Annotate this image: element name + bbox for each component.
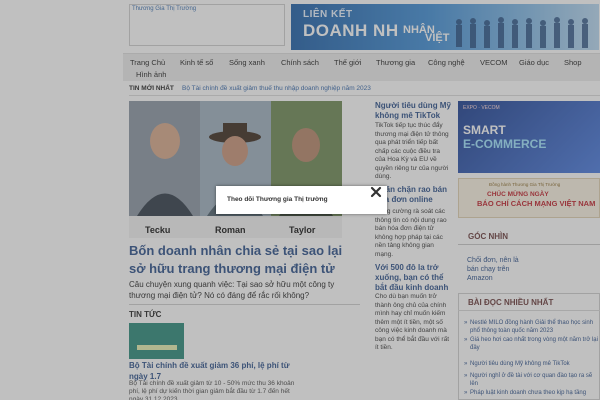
close-icon[interactable] — [370, 186, 382, 198]
follow-popup: Theo dõi Thương gia Thị trường — [216, 186, 387, 214]
popup-title: Theo dõi Thương gia Thị trường — [227, 196, 328, 203]
page: Thương Gia Thị Trường LIÊN KẾT DOANH NH … — [0, 0, 600, 400]
